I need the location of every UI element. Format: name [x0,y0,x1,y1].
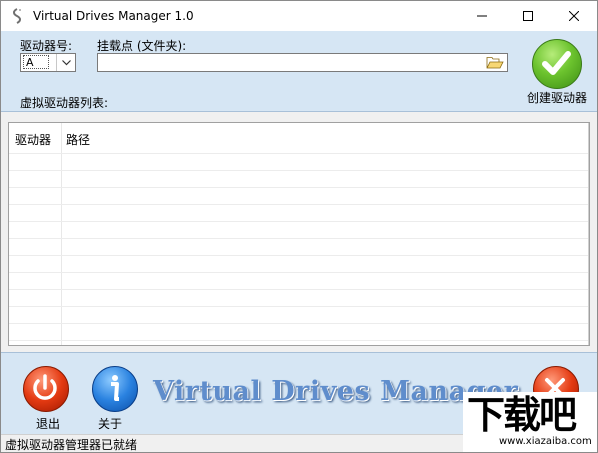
mount-point-input[interactable] [97,53,508,72]
chevron-down-icon [56,54,75,71]
watermark-text: 下载吧 [467,393,577,437]
app-icon [13,8,21,24]
column-header-drive[interactable]: 驱动器 [15,131,51,148]
row-divider [9,170,589,171]
row-divider [9,340,589,341]
drive-list[interactable]: 驱动器 路径 [8,122,590,346]
column-divider [61,123,62,345]
minimize-button[interactable] [459,1,505,31]
create-drive-label: 创建驱动器 [526,91,587,105]
drive-letter-value: A [23,55,49,69]
list-header: 驱动器 路径 [9,123,589,153]
window-title: Virtual Drives Manager 1.0 [33,9,194,23]
row-divider [9,204,589,205]
main-window: Virtual Drives Manager 1.0 驱动器号: A 挂载点 (… [0,0,598,453]
column-header-path[interactable]: 路径 [66,131,90,148]
exit-label: 退出 [36,417,61,431]
settings-panel: 驱动器号: A 挂载点 (文件夹): 虚拟驱动器列表: 创建驱动器 [1,31,597,112]
row-divider [9,289,589,290]
drive-letter-select[interactable]: A [20,53,76,72]
maximize-button[interactable] [505,1,551,31]
row-divider [9,153,589,154]
row-divider [9,187,589,188]
row-divider [9,221,589,222]
status-text: 虚拟驱动器管理器已就绪 [5,438,138,452]
about-label: 关于 [98,417,123,431]
browse-folder-button[interactable] [485,55,505,70]
close-button[interactable] [551,1,597,31]
close-icon [569,11,579,21]
drive-list-label: 虚拟驱动器列表: [20,96,109,110]
maximize-icon [523,11,533,21]
title-bar: Virtual Drives Manager 1.0 [1,1,597,31]
power-icon [33,374,57,400]
folder-icon [486,56,504,68]
minimize-icon [477,15,487,17]
row-divider [9,255,589,256]
drive-letter-label: 驱动器号: [20,39,73,53]
row-divider [9,238,589,239]
watermark-url: www.xiazaiba.com [499,436,592,447]
checkmark-icon [542,51,571,75]
info-icon [111,375,119,401]
mount-point-label: 挂载点 (文件夹): [97,39,187,53]
row-divider [9,306,589,307]
row-divider [9,323,589,324]
create-drive-button[interactable] [532,39,582,89]
row-divider [9,272,589,273]
watermark-logo: 下载吧 www.xiazaiba.com [463,392,597,452]
list-right-edge [588,123,589,345]
about-button[interactable] [92,366,138,412]
exit-button[interactable] [23,366,69,412]
